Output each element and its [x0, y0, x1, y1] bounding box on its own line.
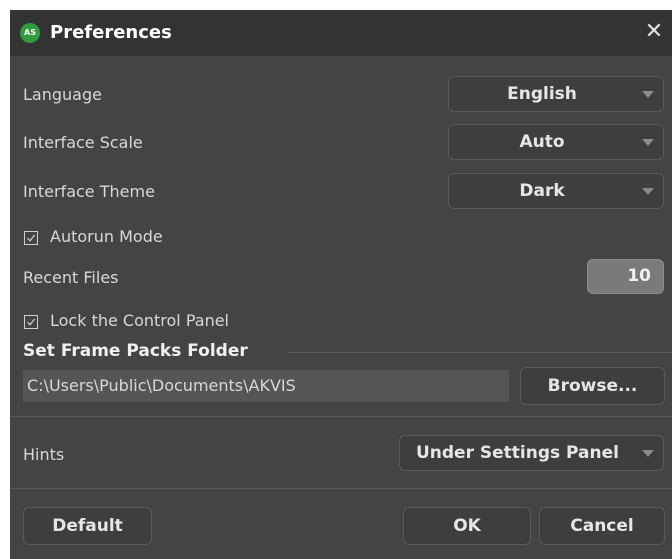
recent-files-label: Recent Files	[23, 268, 119, 287]
hints-label: Hints	[23, 445, 65, 464]
default-button[interactable]: Default	[23, 507, 152, 545]
lock-control-panel-label[interactable]: Lock the Control Panel	[50, 311, 229, 330]
frame-packs-section-title: Set Frame Packs Folder	[23, 341, 248, 361]
title-bar: AS Preferences ✕	[10, 10, 672, 56]
interface-theme-value: Dark	[519, 181, 565, 201]
close-icon[interactable]: ✕	[643, 21, 665, 43]
browse-button[interactable]: Browse...	[520, 367, 665, 405]
interface-scale-value: Auto	[519, 132, 565, 152]
chevron-down-icon	[642, 91, 654, 98]
section-divider	[287, 352, 672, 353]
chevron-down-icon	[642, 188, 654, 195]
interface-theme-dropdown[interactable]: Dark	[448, 173, 664, 209]
chevron-down-icon	[642, 139, 654, 146]
preferences-dialog: AS Preferences ✕ Language English Interf…	[10, 10, 672, 559]
divider	[10, 416, 672, 417]
interface-scale-dropdown[interactable]: Auto	[448, 124, 664, 160]
ok-button[interactable]: OK	[403, 507, 531, 545]
interface-scale-label: Interface Scale	[23, 133, 143, 152]
recent-files-input[interactable]: 10	[587, 259, 664, 294]
dialog-title: Preferences	[50, 22, 172, 43]
chevron-down-icon	[642, 450, 654, 457]
hints-value: Under Settings Panel	[415, 443, 619, 463]
language-dropdown[interactable]: English	[448, 76, 664, 112]
frame-packs-path-field[interactable]: C:\Users\Public\Documents\AKVIS	[23, 370, 509, 402]
cancel-button[interactable]: Cancel	[539, 507, 665, 545]
app-logo-icon: AS	[20, 23, 40, 43]
autorun-mode-label[interactable]: Autorun Mode	[50, 227, 163, 246]
checkmark-icon	[27, 318, 36, 326]
lock-control-panel-checkbox[interactable]	[24, 315, 38, 329]
autorun-mode-checkbox[interactable]	[24, 231, 38, 245]
language-label: Language	[23, 85, 102, 104]
interface-theme-label: Interface Theme	[23, 182, 155, 201]
language-value: English	[507, 84, 577, 104]
hints-dropdown[interactable]: Under Settings Panel	[399, 435, 664, 471]
divider	[10, 488, 672, 489]
checkmark-icon	[27, 234, 36, 242]
